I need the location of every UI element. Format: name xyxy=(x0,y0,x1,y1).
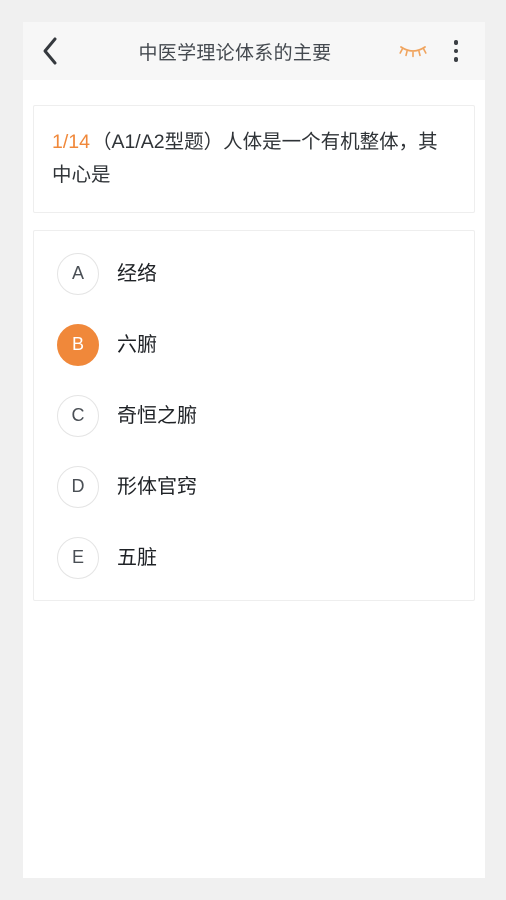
eye-closed-icon xyxy=(399,46,427,58)
option-row-e[interactable]: E 五脏 xyxy=(34,522,474,593)
option-marker-b: B xyxy=(57,323,99,366)
option-label-c: 奇恒之腑 xyxy=(117,404,197,427)
app-screen: 中医学理论体系的主要 1/14 （A1/A2型题）人体是一个有机整体，其中心是 … xyxy=(0,0,506,900)
option-row-b[interactable]: B 六腑 xyxy=(34,309,474,380)
chevron-left-icon xyxy=(43,37,57,65)
app-header: 中医学理论体系的主要 xyxy=(23,22,485,80)
question-text: 1/14 （A1/A2型题）人体是一个有机整体，其中心是 xyxy=(52,126,456,192)
option-label-e: 五脏 xyxy=(117,546,157,569)
hide-answer-button[interactable] xyxy=(393,22,433,80)
option-row-a[interactable]: A 经络 xyxy=(34,238,474,309)
quiz-content: 1/14 （A1/A2型题）人体是一个有机整体，其中心是 A 经络 B 六腑 C … xyxy=(23,80,485,601)
more-vertical-icon xyxy=(453,40,459,45)
option-marker-d: D xyxy=(57,465,99,508)
option-label-a: 经络 xyxy=(117,262,157,285)
option-marker-c: C xyxy=(57,394,99,437)
options-card: A 经络 B 六腑 C 奇恒之腑 D 形体官窍 E 五脏 xyxy=(33,230,475,601)
question-body: （A1/A2型题）人体是一个有机整体，其中心是 xyxy=(52,131,438,186)
more-options-button[interactable] xyxy=(435,22,477,80)
option-label-d: 形体官窍 xyxy=(117,475,197,498)
option-row-c[interactable]: C 奇恒之腑 xyxy=(34,380,474,451)
page-title: 中医学理论体系的主要 xyxy=(138,42,332,64)
option-row-d[interactable]: D 形体官窍 xyxy=(34,451,474,522)
question-index: 1/14 xyxy=(52,131,90,153)
app-frame: 中医学理论体系的主要 1/14 （A1/A2型题）人体是一个有机整体，其中心是 … xyxy=(23,22,485,878)
option-marker-a: A xyxy=(57,252,99,295)
option-label-b: 六腑 xyxy=(117,333,157,356)
more-vertical-icon xyxy=(453,48,459,54)
more-vertical-icon xyxy=(453,57,459,62)
back-button[interactable] xyxy=(23,22,77,80)
question-card: 1/14 （A1/A2型题）人体是一个有机整体，其中心是 xyxy=(33,105,475,213)
option-marker-e: E xyxy=(57,536,99,579)
